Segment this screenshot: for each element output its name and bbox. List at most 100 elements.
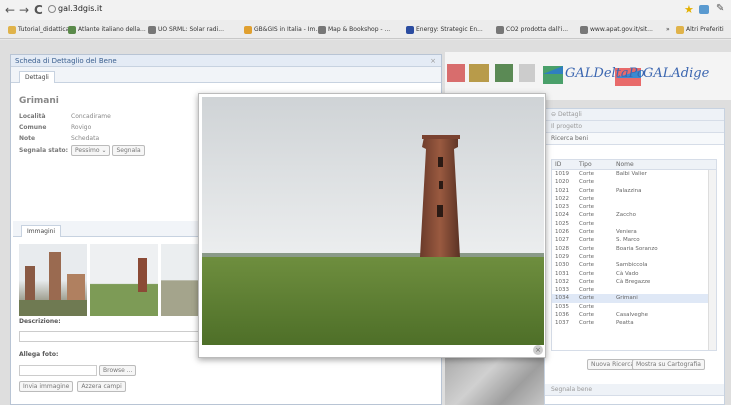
address-bar[interactable]: gal.3dgis.it <box>58 4 102 13</box>
tab-dettagli[interactable]: Dettagli <box>19 71 55 83</box>
cell-id: 1032 <box>555 278 569 285</box>
bookmark-item[interactable]: www.apat.gov.it/sit... <box>580 24 653 36</box>
image-thumbnail[interactable] <box>19 244 87 316</box>
panel-ricerca-header[interactable]: Ricerca beni <box>545 133 724 145</box>
image-thumbnail[interactable] <box>90 244 158 316</box>
browser-toolbar: ← → C gal.3dgis.it ★ ✎ <box>0 0 731 20</box>
bookmark-label: Atlante italiano della... <box>78 26 146 33</box>
other-bookmarks[interactable]: Altri Preferiti <box>676 24 724 36</box>
tab-immagini[interactable]: Immagini <box>21 225 62 237</box>
cell-tipo: Corte <box>579 237 595 244</box>
show-map-button[interactable]: Mostra su Cartografia <box>632 359 705 370</box>
cell-nome <box>613 253 716 261</box>
wrench-icon[interactable]: ✎ <box>716 3 724 14</box>
field-key: Note <box>19 135 36 142</box>
cell-id: 1022 <box>555 195 569 202</box>
bookmark-item[interactable]: GB&GIS in Italia - Im... <box>244 24 321 36</box>
bookmark-label: Map & Bookshop - ... <box>328 26 391 33</box>
bookmark-item[interactable]: UO SRML: Solar radi... <box>148 24 224 36</box>
detail-content: Grimani Località Concadirame Comune Rovigo… <box>19 96 147 156</box>
table-row[interactable]: 1037 Corte Peatta <box>552 319 716 327</box>
table-row[interactable]: 1024 Corte Zaccho <box>552 211 716 219</box>
table-row[interactable]: 1036 Corte Casalveghe <box>552 311 716 319</box>
table-row[interactable]: 1035 Corte <box>552 303 716 311</box>
item-name: Grimani <box>19 96 59 106</box>
grid-scrollbar[interactable] <box>708 170 716 350</box>
bookmark-icon <box>68 25 76 34</box>
cell-id: 1026 <box>555 229 569 236</box>
bookmark-item[interactable]: Atlante italiano della... <box>68 24 146 36</box>
gal-adige-logo: GALAdige <box>643 66 710 81</box>
table-row[interactable]: 1031 Corte Cà Vado <box>552 270 716 278</box>
chevron-down-icon: ⌄ <box>101 147 107 154</box>
cell-id: 1020 <box>555 179 569 186</box>
star-icon[interactable]: ★ <box>684 3 694 16</box>
table-row[interactable]: 1029 Corte <box>552 253 716 261</box>
cell-id: 1024 <box>555 212 569 219</box>
field-key: Località <box>19 113 46 120</box>
forward-icon[interactable]: → <box>19 3 29 17</box>
table-row[interactable]: 1034 Corte Grimani <box>552 294 716 303</box>
browse-button[interactable]: Browse ... <box>99 365 137 376</box>
cell-tipo: Corte <box>579 270 595 277</box>
col-nome[interactable]: Nome <box>613 160 716 169</box>
table-row[interactable]: 1023 Corte <box>552 203 716 211</box>
reset-fields-button[interactable]: Azzera campi <box>77 381 126 392</box>
bookmark-item[interactable]: Energy: Strategic En... <box>406 24 483 36</box>
cell-id: 1028 <box>555 245 569 252</box>
field-value: Concadirame <box>71 113 111 120</box>
image-thumbnail[interactable] <box>161 244 201 316</box>
table-row[interactable]: 1020 Corte <box>552 178 716 186</box>
cell-tipo: Corte <box>579 179 595 186</box>
close-icon[interactable]: × <box>533 345 543 355</box>
file-path-field[interactable] <box>19 365 97 376</box>
back-icon[interactable]: ← <box>5 3 15 17</box>
image-viewer: × <box>198 93 546 358</box>
cell-tipo: Corte <box>579 220 595 227</box>
cell-id: 1023 <box>555 204 569 211</box>
panel-progetto-header[interactable]: Il progetto <box>545 121 724 133</box>
table-row[interactable]: 1026 Corte Veniera <box>552 228 716 236</box>
close-icon[interactable]: × <box>430 55 436 67</box>
panel-dettagli-label: Dettagli <box>557 111 582 118</box>
send-image-button[interactable]: Invia immagine <box>19 381 74 392</box>
cell-tipo: Corte <box>579 295 595 302</box>
extension-icon[interactable] <box>699 5 709 14</box>
table-row[interactable]: 1030 Corte Sambiccola <box>552 261 716 269</box>
cell-nome <box>613 286 716 294</box>
status-select[interactable]: Pessimo ⌄ <box>71 145 111 156</box>
description-label: Descrizione: <box>19 318 61 325</box>
new-search-button[interactable]: Nuova Ricerca <box>587 359 639 370</box>
col-tipo[interactable]: Tipo <box>576 160 613 169</box>
table-row[interactable]: 1032 Corte Cà Bregazze <box>552 278 716 286</box>
bookmark-label: CO2 prodotta dall'i... <box>506 26 569 33</box>
bookmark-item[interactable]: Map & Bookshop - ... <box>318 24 390 36</box>
bookmark-label: GB&GIS in Italia - Im... <box>254 26 322 33</box>
report-button[interactable]: Segnala <box>112 145 145 156</box>
table-row[interactable]: 1028 Corte Boaria Soranzo <box>552 245 716 253</box>
table-row[interactable]: 1022 Corte <box>552 195 716 203</box>
bookmarks-more-icon[interactable]: » <box>666 24 670 36</box>
table-row[interactable]: 1027 Corte S. Marco <box>552 236 716 244</box>
cell-nome: Sambiccola <box>616 262 648 269</box>
table-row[interactable]: 1025 Corte <box>552 220 716 228</box>
panel-dettagli-header[interactable]: ⊖ Dettagli <box>545 109 724 121</box>
reload-icon[interactable]: C <box>34 3 43 17</box>
bookmark-icon <box>244 25 252 34</box>
cell-id: 1029 <box>555 253 569 260</box>
cell-nome <box>613 195 716 203</box>
table-row[interactable]: 1019 Corte Balbi Valier <box>552 170 716 178</box>
upload-actions: Invia immagine Azzera campi <box>19 381 128 392</box>
cell-nome: Palazzina <box>616 187 642 194</box>
panel-segnala-header[interactable]: Segnala bene <box>545 384 724 396</box>
map-preview[interactable] <box>445 355 544 405</box>
tower-photo <box>202 97 544 345</box>
col-id[interactable]: ID <box>552 160 576 169</box>
table-row[interactable]: 1021 Corte Palazzina <box>552 187 716 195</box>
bookmark-item[interactable]: CO2 prodotta dall'i... <box>496 24 568 36</box>
table-row[interactable]: 1033 Corte <box>552 286 716 294</box>
bookmark-icon <box>8 25 16 34</box>
bookmark-item[interactable]: Tutorial_didattica <box>8 24 69 36</box>
collapse-icon: ⊖ <box>551 111 558 118</box>
cell-tipo: Corte <box>579 245 595 252</box>
